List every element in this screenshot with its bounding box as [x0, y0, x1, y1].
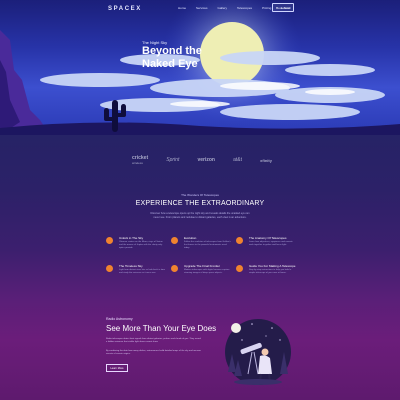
- moon-icon: [231, 323, 241, 333]
- experience-kicker: The Wonders Of Telescopes: [181, 193, 219, 197]
- learn-more-button[interactable]: Learn More: [106, 364, 128, 372]
- astronomy-title: See More Than Your Eye Does: [106, 324, 217, 333]
- nav-link-home[interactable]: Home: [178, 6, 186, 10]
- feature-card: Upgrade The Final Frontier Modern telesc…: [171, 264, 231, 286]
- astronomer-illustration: [225, 319, 291, 385]
- hero-title-line1: Beyond the: [142, 45, 202, 57]
- partner-att: at&t: [233, 157, 243, 163]
- feature-description: Modern telescopes with digital sensors c…: [184, 269, 230, 274]
- nav-link-pricing[interactable]: Pricing: [262, 6, 271, 10]
- partner-sprint: Sprint: [166, 157, 180, 163]
- feature-title: Upgrade The Final Frontier: [184, 264, 220, 268]
- feature-icon: [171, 237, 178, 244]
- feature-card: The Timeless Sky Light from distant star…: [106, 264, 166, 286]
- logo[interactable]: SPACEX: [108, 6, 142, 12]
- feature-icon: [106, 265, 113, 272]
- nav-link-services[interactable]: Services: [196, 6, 208, 10]
- feature-icon: [236, 265, 243, 272]
- astronomy-paragraph-1: Radio telescopes detect faint signals fr…: [106, 338, 201, 343]
- feature-icon: [171, 265, 178, 272]
- partner-logos: cricket wireless Sprint verizon at&t xfi…: [132, 152, 272, 168]
- feature-card: Evolution Follow the evolution of telesc…: [171, 236, 231, 258]
- hero-section: SPACEX Home Services Gallery Telescopes …: [0, 0, 400, 135]
- nav-link-gallery[interactable]: Gallery: [218, 6, 228, 10]
- landing-page: SPACEX Home Services Gallery Telescopes …: [0, 0, 400, 400]
- feature-description: Light from distant stars lets us look ba…: [119, 269, 165, 274]
- feature-description: Observe craters on the Moon, rings of Sa…: [119, 241, 163, 249]
- partner-verizon: verizon: [197, 157, 215, 163]
- feature-icon: [236, 237, 243, 244]
- ground: [0, 122, 400, 135]
- partner-cricket: cricket wireless: [132, 155, 149, 165]
- hero-title: Beyond the Naked Eye: [142, 45, 222, 70]
- feature-description: Learn how objectives, eyepieces and moun…: [249, 241, 293, 246]
- hero-title-line2: Naked Eye: [142, 57, 198, 70]
- book-now-button[interactable]: Book Now: [272, 3, 294, 12]
- feature-icon: [106, 237, 113, 244]
- astronomy-paragraph-2: By combining the data from many dishes, …: [106, 350, 201, 355]
- astronomy-kicker: Radio Astronomy: [106, 317, 133, 321]
- partner-xfinity: xfinity: [260, 157, 272, 163]
- feature-card: Unlock in The Sky Observe craters on the…: [106, 236, 166, 258]
- experience-title: EXPERIENCE THE EXTRAORDINARY: [135, 200, 265, 207]
- feature-description: Follow the evolution of telescopes from …: [184, 241, 231, 249]
- feature-title: The Anatomy Of Telescopes: [249, 236, 287, 240]
- feature-card: Guide You For Making A Telescope Step by…: [236, 264, 296, 286]
- feature-title: Unlock in The Sky: [119, 236, 144, 240]
- experience-description: Discover how a telescope opens up the ni…: [150, 212, 250, 219]
- feature-title: The Timeless Sky: [119, 264, 143, 268]
- feature-title: Guide You For Making A Telescope: [249, 264, 296, 268]
- feature-title: Evolution: [184, 236, 197, 240]
- feature-card: The Anatomy Of Telescopes Learn how obje…: [236, 236, 296, 258]
- nav-link-telescopes[interactable]: Telescopes: [237, 6, 252, 10]
- feature-description: Step by step instructions to help you bu…: [249, 269, 292, 274]
